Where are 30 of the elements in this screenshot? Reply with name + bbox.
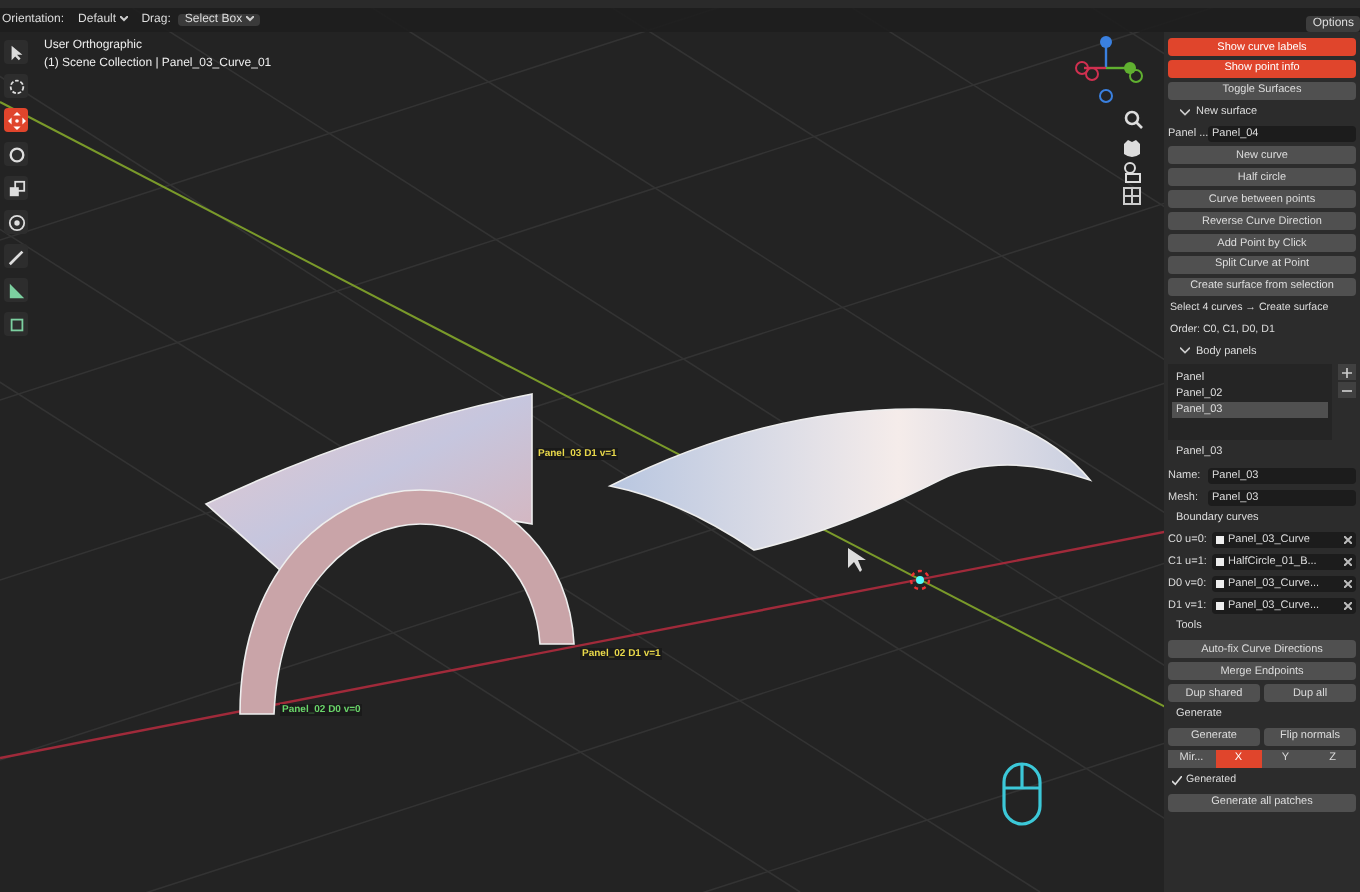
add-icon[interactable] xyxy=(1338,364,1356,381)
annotate-tool-button[interactable] xyxy=(4,244,28,268)
caret-icon xyxy=(245,16,254,22)
mouse-icon xyxy=(1002,762,1042,826)
curve-object-icon xyxy=(1216,558,1224,567)
axis-gizmo-icon xyxy=(1075,36,1143,103)
measure-tool-button[interactable] xyxy=(4,278,28,302)
close-icon[interactable] xyxy=(1344,601,1352,610)
transform-tool-button[interactable] xyxy=(4,210,28,234)
3d-cursor-icon xyxy=(909,569,931,591)
close-icon[interactable] xyxy=(1344,558,1352,567)
select-tool-button[interactable] xyxy=(4,40,28,64)
curve-object-icon xyxy=(1216,580,1224,589)
cursor-tool-button[interactable] xyxy=(4,74,28,98)
curve-object-icon xyxy=(1216,536,1224,545)
mouse-pointer-icon xyxy=(848,548,866,572)
remove-icon[interactable] xyxy=(1338,382,1356,399)
chevron-icon xyxy=(1180,346,1190,357)
scale-tool-button[interactable] xyxy=(4,176,28,200)
grid-icon[interactable] xyxy=(1123,187,1141,205)
caret-icon xyxy=(119,16,128,22)
add-cube-tool-button[interactable] xyxy=(4,312,28,336)
rotate-tool-button[interactable] xyxy=(4,142,28,166)
chevron-icon xyxy=(1180,107,1190,118)
camera-icon[interactable] xyxy=(1124,162,1141,183)
curve-object-icon xyxy=(1216,601,1224,610)
move-tool-button[interactable] xyxy=(4,108,28,132)
close-icon[interactable] xyxy=(1344,536,1352,545)
close-icon[interactable] xyxy=(1344,580,1352,589)
zoom-icon[interactable] xyxy=(1124,110,1143,129)
